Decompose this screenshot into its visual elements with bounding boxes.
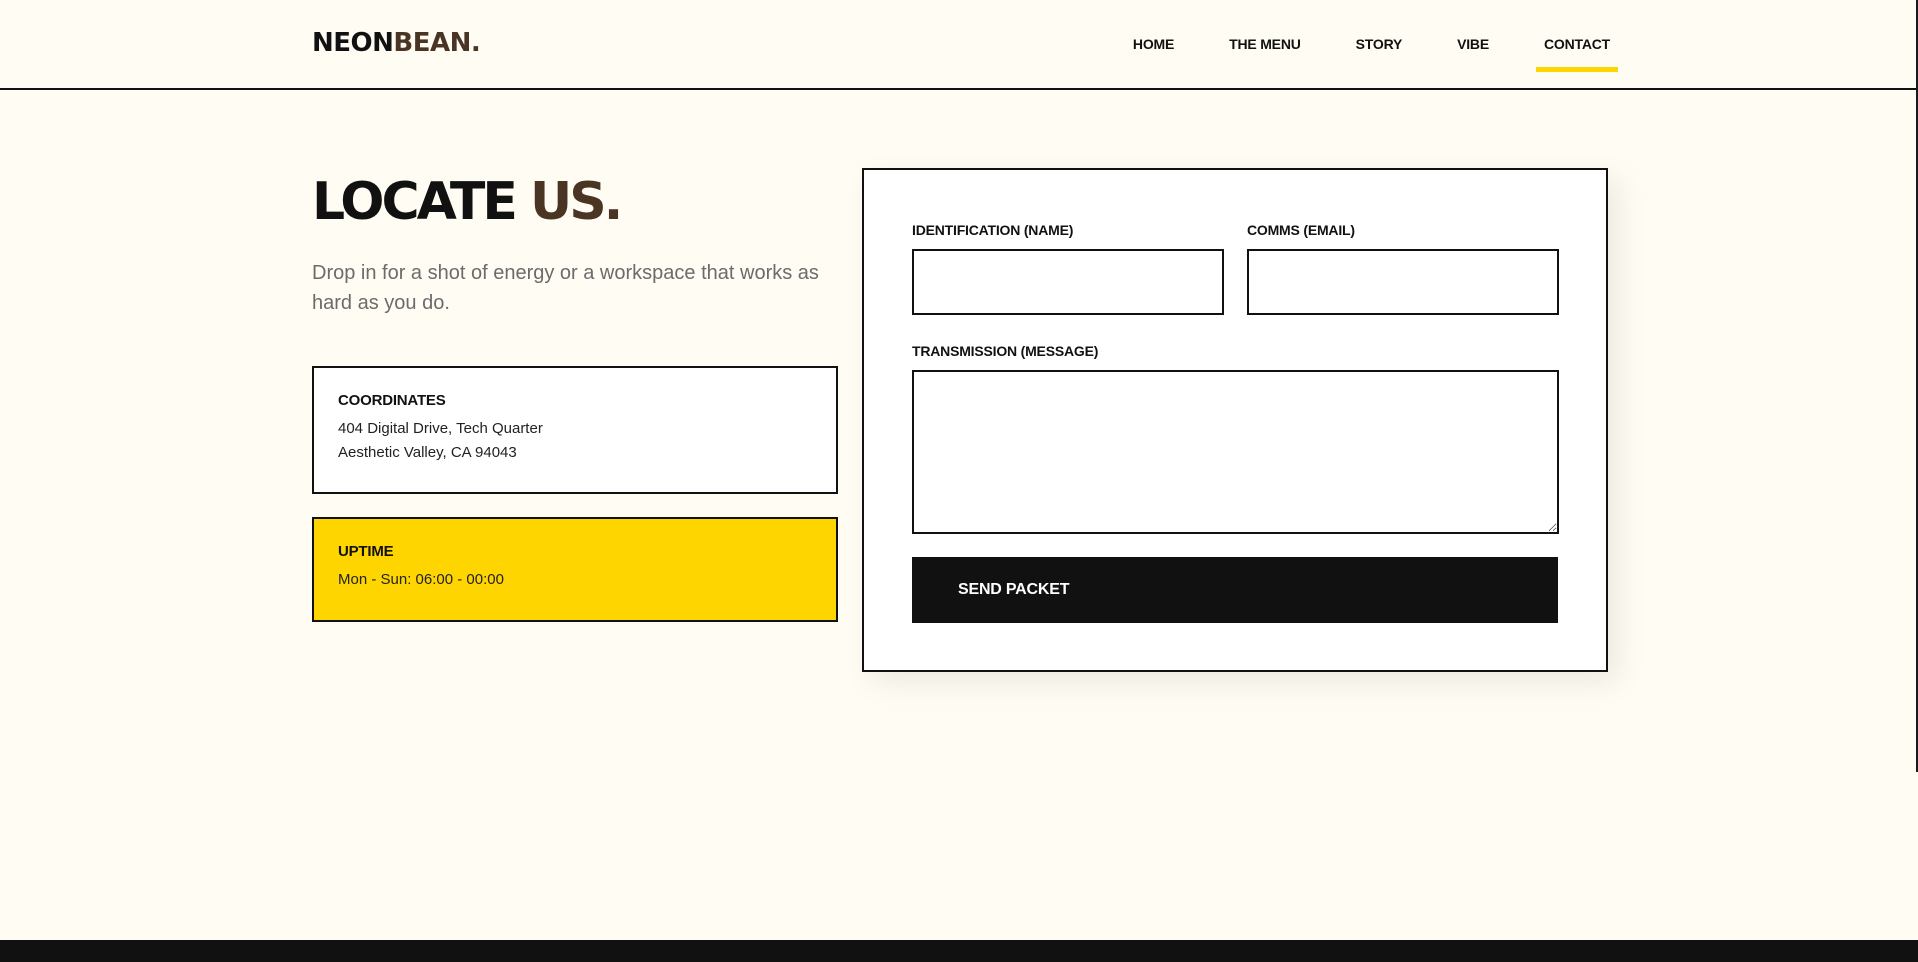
- title-accent: US.: [529, 172, 623, 232]
- name-input[interactable]: [912, 249, 1224, 315]
- message-label: TRANSMISSION (MESSAGE): [912, 343, 1099, 359]
- nav-home[interactable]: HOME: [1133, 36, 1174, 52]
- nav-the-menu[interactable]: THE MENU: [1229, 36, 1301, 52]
- uptime-title: UPTIME: [338, 543, 394, 560]
- opening-hours: Mon - Sun: 06:00 - 00:00: [338, 571, 504, 588]
- site-footer: [0, 940, 1918, 962]
- logo-accent: BEAN.: [393, 28, 481, 58]
- email-input[interactable]: [1247, 249, 1559, 315]
- title-main: LOCATE: [312, 172, 518, 232]
- contact-form: IDENTIFICATION (NAME) COMMS (EMAIL) TRAN…: [862, 168, 1608, 672]
- coordinates-card: COORDINATES 404 Digital Drive, Tech Quar…: [312, 366, 838, 494]
- name-label: IDENTIFICATION (NAME): [912, 222, 1074, 238]
- address-line-1: 404 Digital Drive, Tech Quarter: [338, 420, 543, 437]
- address-line-2: Aesthetic Valley, CA 94043: [338, 444, 517, 461]
- coordinates-title: COORDINATES: [338, 392, 446, 409]
- site-header: NEONBEAN. HOME THE MENU STORY VIBE CONTA…: [0, 0, 1916, 90]
- logo-main: NEON: [312, 28, 394, 58]
- page-title: LOCATE US.: [312, 172, 623, 232]
- send-packet-button[interactable]: SEND PACKET: [912, 557, 1558, 623]
- brand-logo[interactable]: NEONBEAN.: [312, 28, 481, 58]
- nav-story[interactable]: STORY: [1356, 36, 1403, 52]
- message-textarea[interactable]: [912, 370, 1559, 534]
- page-subtitle: Drop in for a shot of energy or a worksp…: [312, 262, 819, 314]
- nav-contact[interactable]: CONTACT: [1536, 36, 1618, 72]
- nav-vibe[interactable]: VIBE: [1457, 36, 1489, 52]
- email-label: COMMS (EMAIL): [1247, 222, 1355, 238]
- uptime-card: UPTIME Mon - Sun: 06:00 - 00:00: [312, 517, 838, 622]
- main-nav: HOME THE MENU STORY VIBE CONTACT: [1078, 36, 1618, 72]
